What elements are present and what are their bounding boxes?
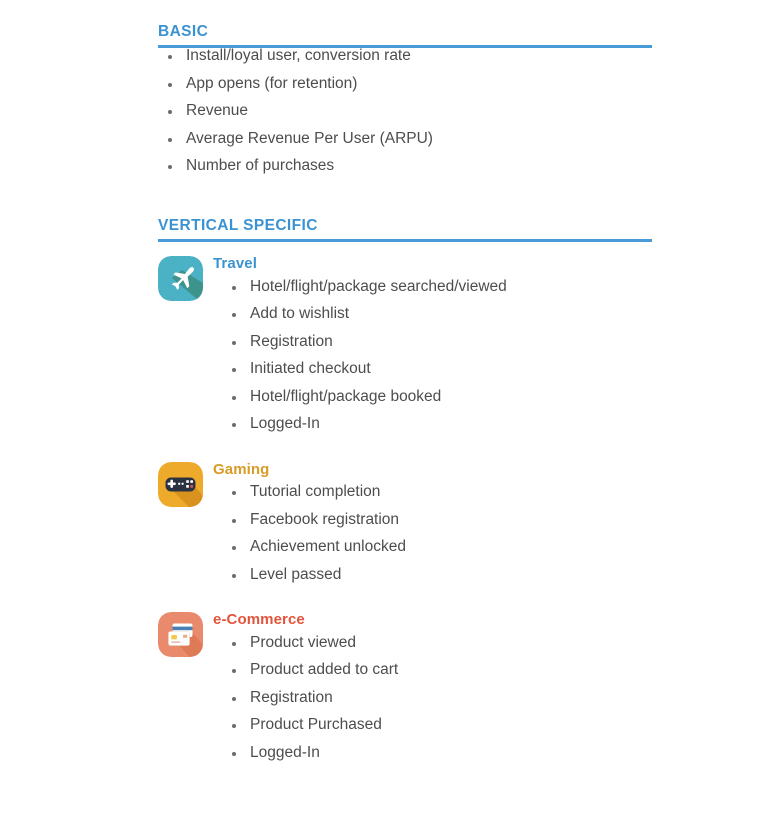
basic-metrics-list: Install/loyal user, conversion rate App … [158,48,652,174]
vertical-title-gaming: Gaming [213,460,270,478]
list-item: Achievement unlocked [222,539,652,555]
list-item: Initiated checkout [222,361,652,377]
list-item: Product added to cart [222,662,652,678]
basic-section: BASIC Install/loyal user, conversion rat… [158,22,652,174]
list-item: Install/loyal user, conversion rate [158,48,652,64]
list-item: Number of purchases [158,158,652,174]
vertical-block-travel: Travel Hotel/flight/package searched/vie… [158,256,652,432]
airplane-icon [158,256,203,302]
section-title-basic: BASIC [158,23,209,40]
gaming-events-list: Tutorial completion Facebook registratio… [213,484,652,582]
list-item: Tutorial completion [222,484,652,500]
list-item: Logged-In [222,745,652,761]
list-item: Product Purchased [222,717,652,733]
list-item: Revenue [158,103,652,119]
vertical-specific-section: VERTICAL SPECIFIC Travel Hotel/flight/pa… [158,216,652,760]
list-item: Hotel/flight/package booked [222,389,652,405]
list-item: Hotel/flight/package searched/viewed [222,279,652,295]
list-item: Logged-In [222,416,652,432]
vertical-title-ecommerce: e-Commerce [213,611,305,629]
list-item: Product viewed [222,635,652,651]
gamepad-icon [158,461,203,507]
list-item: Registration [222,690,652,706]
list-item: Level passed [222,567,652,583]
vertical-block-gaming: Gaming Tutorial completion Facebook regi… [158,460,652,583]
section-title-vertical-specific: VERTICAL SPECIFIC [158,216,318,234]
travel-events-list: Hotel/flight/package searched/viewed Add… [213,279,652,432]
list-item: Average Revenue Per User (ARPU) [158,131,652,147]
list-item: Facebook registration [222,512,652,528]
vertical-block-ecommerce: e-Commerce Product viewed Product added … [158,612,652,760]
ecommerce-events-list: Product viewed Product added to cart Reg… [213,635,652,761]
list-item: Registration [222,334,652,350]
credit-cards-icon [158,612,203,658]
vertical-title-travel: Travel [213,255,257,273]
list-item: Add to wishlist [222,306,652,322]
list-item: App opens (for retention) [158,76,652,92]
content-page: BASIC Install/loyal user, conversion rat… [0,0,768,821]
